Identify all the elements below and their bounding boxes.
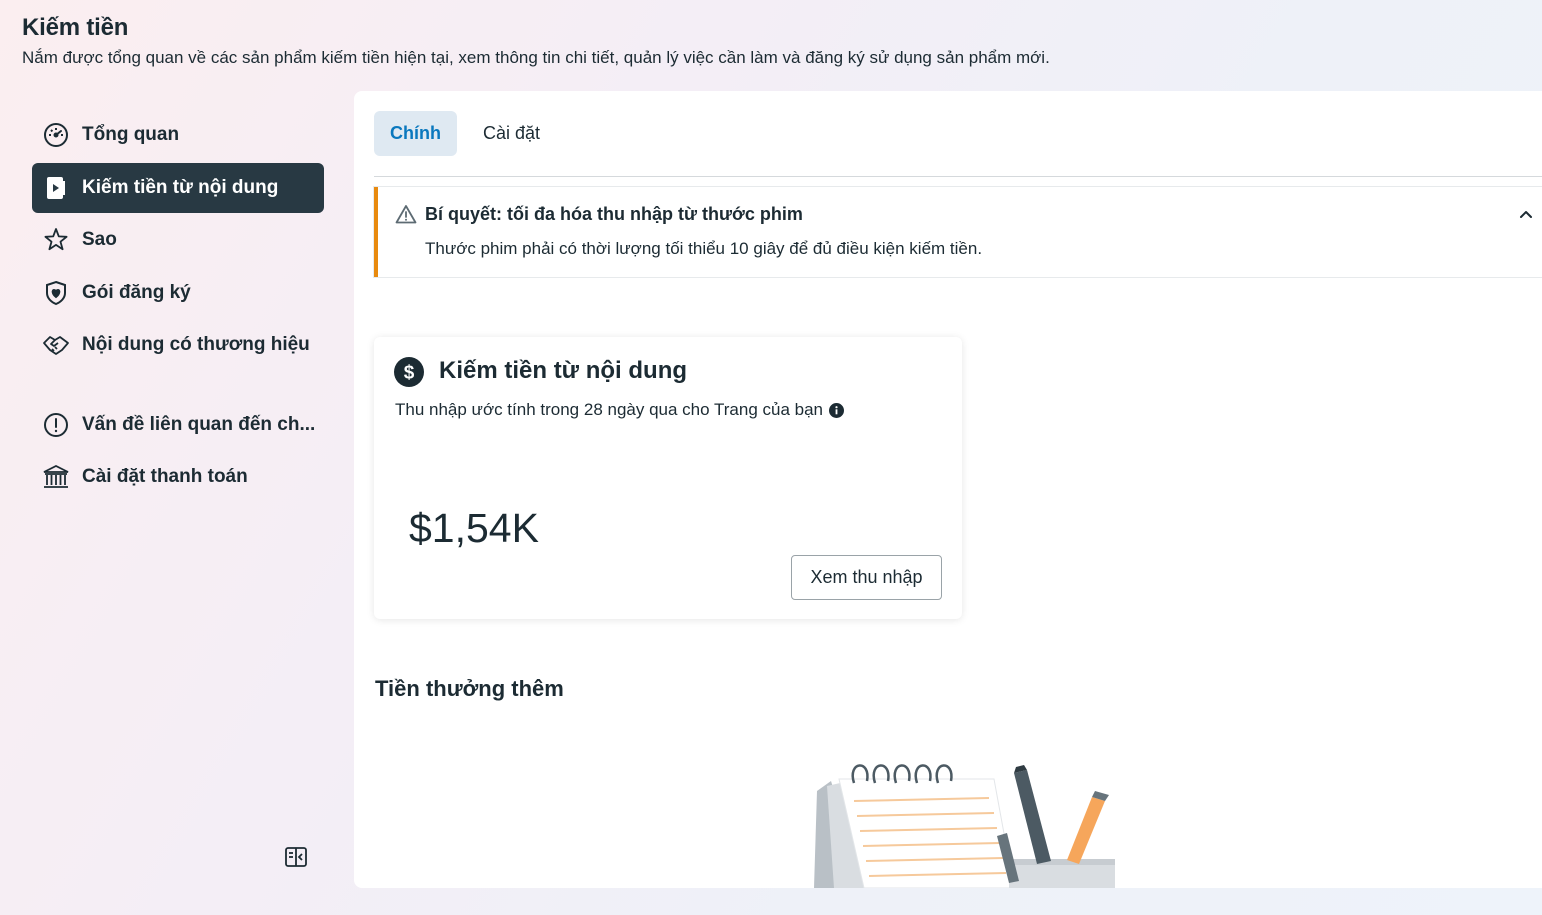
sidebar-item-label: Sao [82,229,117,250]
view-earnings-button[interactable]: Xem thu nhập [791,555,942,600]
sidebar-item-branded-content[interactable]: Nội dung có thương hiệu [32,320,324,370]
info-icon[interactable] [829,402,844,418]
star-icon [42,226,70,254]
sidebar-item-subscriptions[interactable]: Gói đăng ký [32,268,324,318]
bonus-section-title: Tiền thưởng thêm [375,676,564,701]
sidebar-item-label: Nội dung có thương hiệu [82,334,310,355]
card-subtitle-text: Thu nhập ước tính trong 28 ngày qua cho … [395,400,823,419]
sidebar: Tổng quan Kiếm tiền từ nội dung Sao Gói … [32,110,324,505]
tabs-divider [374,176,1542,177]
tip-banner: Bí quyết: tối đa hóa thu nhập từ thước p… [374,187,1542,277]
warning-triangle-icon [395,204,417,224]
tab-bar: Chính Cài đặt [374,111,566,156]
bank-icon [42,463,70,491]
sidebar-item-label: Vấn đề liên quan đến ch... [82,413,316,435]
sidebar-item-content-monetization[interactable]: Kiếm tiền từ nội dung [32,162,324,213]
main-panel: Chính Cài đặt Bí quyết: tối đa hóa thu n… [354,91,1542,888]
svg-text:$: $ [404,363,415,384]
earnings-amount: $1,54K [409,505,539,551]
earnings-card: $ Kiếm tiền từ nội dung Thu nhập ước tín… [374,337,962,619]
page-title: Kiếm tiền [22,14,129,41]
sidebar-item-label: Gói đăng ký [82,281,191,303]
dollar-circle-icon: $ [394,357,424,387]
sidebar-item-label: Kiếm tiền từ nội dung [82,176,279,198]
dashboard-gauge-icon [42,121,70,149]
tab-settings[interactable]: Cài đặt [467,111,556,156]
card-title: Kiếm tiền từ nội dung [439,357,688,384]
page-subtitle: Nắm được tổng quan về các sản phẩm kiếm … [22,48,1050,67]
notebook-pens-illustration [809,761,1129,888]
tab-main[interactable]: Chính [374,111,457,156]
sidebar-item-stars[interactable]: Sao [32,215,324,265]
sidebar-item-label: Cài đặt thanh toán [82,466,248,487]
sidebar-item-label: Tổng quan [82,124,180,145]
tip-body: Thước phim phải có thời lượng tối thiểu … [425,239,983,258]
sidebar-item-issues[interactable]: Vấn đề liên quan đến ch... [32,400,324,450]
alert-circle-icon [42,411,70,439]
sidebar-collapse-icon[interactable] [283,844,309,870]
page-header: Kiếm tiền Nắm được tổng quan về các sản … [22,14,1050,68]
sidebar-item-payout-settings[interactable]: Cài đặt thanh toán [32,452,324,502]
sidebar-item-overview[interactable]: Tổng quan [32,110,324,160]
shield-heart-icon [42,279,70,307]
handshake-icon [42,331,70,359]
chevron-up-icon[interactable] [1516,205,1536,225]
tip-title: Bí quyết: tối đa hóa thu nhập từ thước p… [425,204,803,224]
card-subtitle: Thu nhập ước tính trong 28 ngày qua cho … [395,400,844,420]
video-play-icon [42,174,70,202]
